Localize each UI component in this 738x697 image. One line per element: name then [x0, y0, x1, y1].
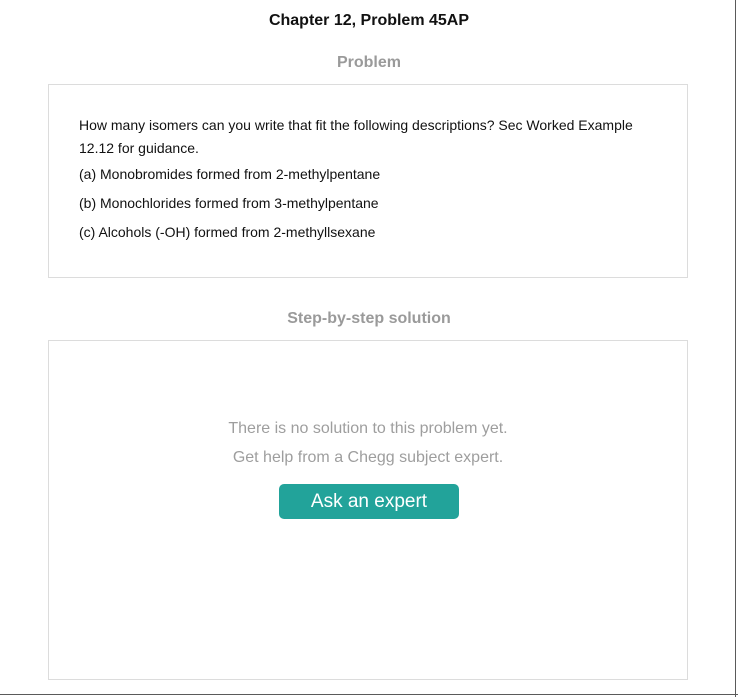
- problem-panel: How many isomers can you write that fit …: [48, 84, 688, 278]
- solution-heading: Step-by-step solution: [287, 310, 451, 327]
- problem-heading: Problem: [336, 54, 401, 71]
- problem-text: How many isomers can you write that fit …: [79, 114, 649, 250]
- no-solution-message: There is no solution to this problem yet…: [228, 420, 508, 437]
- problem-part-c: (c) Alcohols (-OH) formed from 2-methyll…: [79, 224, 376, 240]
- problem-part-b: (b) Monochlorides formed from 3-methylpe…: [79, 195, 379, 211]
- problem-part-a: (a) Monobromides formed from 2-methylpen…: [79, 166, 381, 182]
- expert-help-message: Get help from a Chegg subject expert.: [232, 449, 504, 466]
- page-title: Chapter 12, Problem 45AP: [268, 12, 470, 29]
- solution-panel: There is no solution to this problem yet…: [48, 340, 688, 680]
- window-frame-right: [735, 0, 736, 697]
- ask-an-expert-button[interactable]: Ask an expert: [279, 484, 459, 519]
- problem-question: How many isomers can you write that fit …: [79, 117, 633, 156]
- window-frame-bottom: [0, 694, 738, 695]
